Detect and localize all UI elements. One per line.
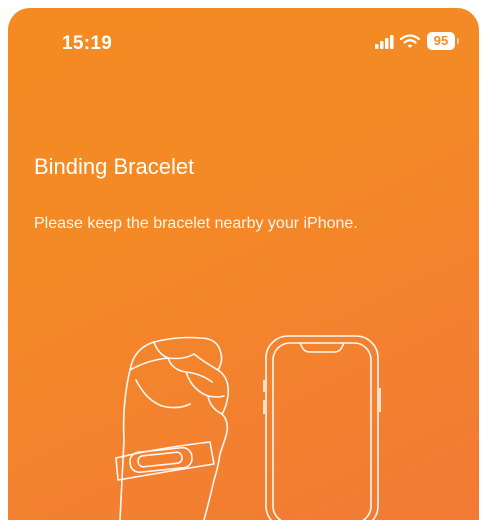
wifi-icon xyxy=(400,34,420,48)
iphone-icon xyxy=(263,335,381,520)
page-title: Binding Bracelet xyxy=(34,154,195,179)
screen: 15:19 95 Binding Bracelet Please keep th… xyxy=(8,8,479,520)
battery-icon: 95 xyxy=(427,32,455,50)
battery-nub xyxy=(457,38,459,44)
page-subtitle: Please keep the bracelet nearby your iPh… xyxy=(34,215,358,232)
bracelet-hand-icon xyxy=(115,336,230,520)
status-time: 15:19 xyxy=(62,33,113,54)
status-bar: 15:19 95 xyxy=(8,8,479,64)
signal-icon xyxy=(375,35,394,49)
binding-illustration xyxy=(115,335,381,520)
